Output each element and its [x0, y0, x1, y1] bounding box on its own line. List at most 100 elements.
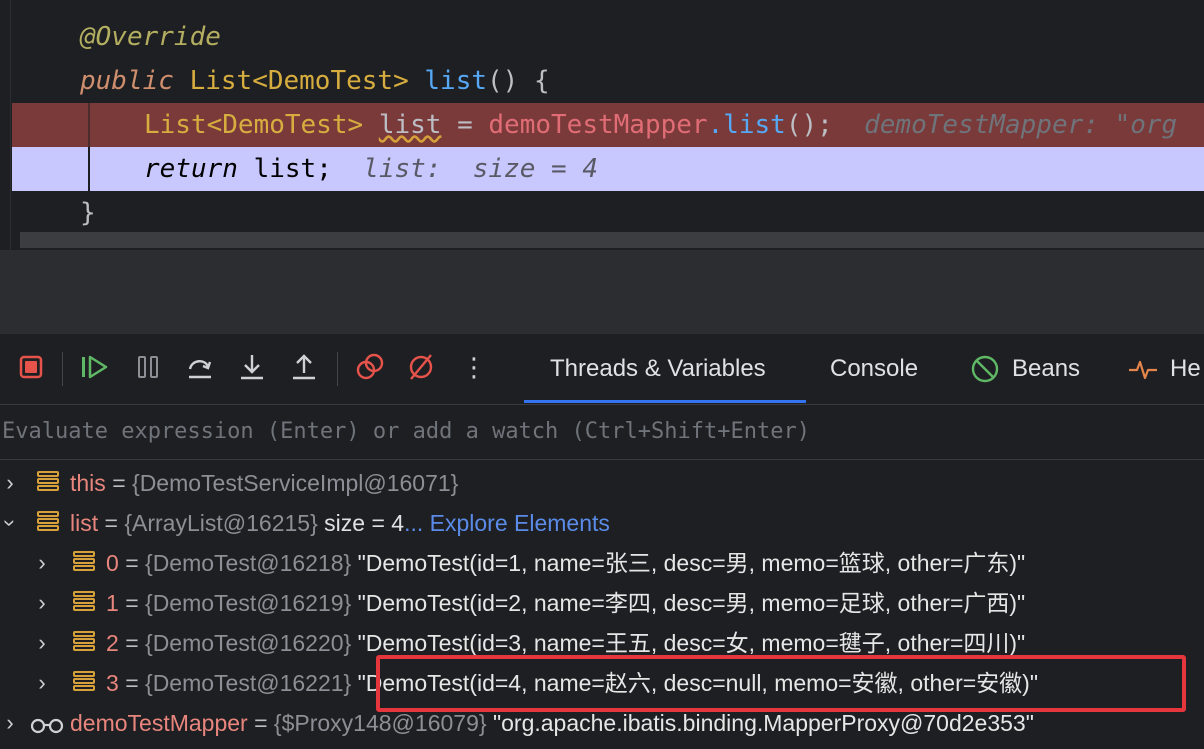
toolbar-separator: [62, 352, 63, 386]
list-item-row[interactable]: › 1 = {DemoTest@16219} "DemoTest(id=2, n…: [0, 583, 1204, 623]
tab-console[interactable]: Console: [830, 352, 918, 386]
list-item-row[interactable]: › 0 = {DemoTest@16218} "DemoTest(id=1, n…: [0, 543, 1204, 583]
chevron-right-icon[interactable]: ›: [32, 583, 52, 623]
operator-token: =: [457, 110, 473, 140]
equals-sign: =: [125, 590, 139, 616]
equals-sign: =: [125, 630, 139, 656]
gutter-divider: [10, 0, 11, 250]
item-index: 0: [106, 550, 119, 576]
tab-health-label: He: [1170, 355, 1201, 382]
editor-horizontal-scrollbar[interactable]: [20, 232, 1204, 248]
equals-sign: =: [254, 710, 268, 736]
chevron-right-icon[interactable]: ›: [32, 623, 52, 663]
item-ref: {DemoTest@16219}: [145, 590, 352, 616]
inline-debug-value: demoTestMapper: "org: [864, 110, 1178, 140]
code-line-method-signature[interactable]: public List<DemoTest> list() {: [12, 59, 1204, 103]
chevron-right-icon[interactable]: ›: [0, 463, 20, 503]
item-ref: {DemoTest@16220}: [145, 630, 352, 656]
annotation-token: @Override: [80, 22, 221, 52]
debug-toolbar: ⋮ Threads & Variables Console Beans He: [0, 334, 1204, 405]
field-icon: [73, 591, 95, 615]
item-value: "DemoTest(id=1, name=张三, desc=男, memo=篮球…: [357, 550, 1026, 576]
variable-token: list: [378, 110, 442, 140]
more-icon[interactable]: ⋮: [459, 352, 489, 382]
stop-icon[interactable]: [16, 352, 46, 382]
variable-ref: {DemoTestServiceImpl@16071}: [132, 470, 459, 496]
watch-glasses-icon: [30, 709, 64, 749]
indent-guide: [88, 147, 90, 191]
field-icon: [73, 551, 95, 575]
field-icon: [37, 511, 59, 535]
equals-sign: =: [104, 510, 118, 536]
toolbar-separator: [337, 352, 338, 386]
list-size: size = 4: [324, 510, 405, 536]
variable-name: this: [70, 470, 106, 496]
item-value: "DemoTest(id=2, name=李四, desc=男, memo=足球…: [357, 590, 1026, 616]
equals-sign: =: [125, 670, 139, 696]
brace-token: }: [80, 198, 96, 228]
pause-icon[interactable]: [133, 352, 163, 382]
variable-text: 1 = {DemoTest@16219} "DemoTest(id=2, nam…: [106, 583, 1025, 623]
variable-value: "org.apache.ibatis.binding.MapperProxy@7…: [492, 710, 1034, 736]
method-signature: public List<DemoTest> list() {: [80, 59, 550, 103]
execution-point-line[interactable]: return list; list: size = 4: [12, 147, 1204, 191]
inline-debug-value: list: size = 4: [363, 154, 598, 184]
variable-name: demoTestMapper: [70, 710, 248, 736]
punctuation-token: ();: [785, 110, 833, 140]
evaluate-placeholder: Evaluate expression (Enter) or add a wat…: [2, 419, 810, 444]
keyword-token: return: [144, 154, 238, 184]
equals-sign: =: [125, 550, 139, 576]
variable-ref: {ArrayList@16215}: [124, 510, 318, 536]
assignment-statement: List<DemoTest> list = demoTestMapper.lis…: [144, 103, 1177, 147]
evaluate-expression-field[interactable]: Evaluate expression (Enter) or add a wat…: [0, 404, 1204, 460]
chevron-down-icon[interactable]: ›: [0, 513, 30, 533]
code-line-closing-brace[interactable]: }: [12, 191, 1204, 235]
highlight-box: [376, 655, 1186, 712]
panel-splitter[interactable]: [0, 250, 1204, 334]
step-out-icon[interactable]: [289, 352, 319, 382]
variable-text: list = {ArrayList@16215} size = 4... Exp…: [70, 503, 610, 543]
punctuation-token: () {: [487, 66, 550, 96]
keyword-token: public: [80, 66, 174, 96]
ellipsis: ...: [404, 510, 424, 536]
type-token: List<DemoTest>: [144, 110, 364, 140]
item-index: 1: [106, 590, 119, 616]
step-over-icon[interactable]: [185, 352, 215, 382]
step-into-icon[interactable]: [237, 352, 267, 382]
item-index: 2: [106, 630, 119, 656]
code-editor[interactable]: @Override public List<DemoTest> list() {…: [0, 0, 1204, 250]
return-statement: return list; list: size = 4: [144, 147, 598, 191]
beans-icon: [971, 355, 999, 383]
breakpoint-line[interactable]: List<DemoTest> list = demoTestMapper.lis…: [12, 103, 1204, 147]
method-name-token: list: [424, 66, 488, 96]
variable-row-this[interactable]: › this = {DemoTestServiceImpl@16071}: [0, 463, 1204, 503]
chevron-right-icon[interactable]: ›: [32, 543, 52, 583]
chevron-right-icon[interactable]: ›: [0, 703, 20, 743]
method-call-token: .list: [707, 110, 786, 140]
variable-row-list[interactable]: › list = {ArrayList@16215} size = 4... E…: [0, 503, 1204, 543]
resume-icon[interactable]: [80, 352, 110, 382]
view-breakpoints-icon[interactable]: [355, 352, 385, 382]
tab-threads-variables[interactable]: Threads & Variables: [550, 352, 766, 386]
equals-sign: =: [112, 470, 126, 496]
item-ref: {DemoTest@16218}: [145, 550, 352, 576]
type-token: List<DemoTest>: [189, 66, 409, 96]
variable-token: list;: [253, 154, 332, 184]
variable-text: 0 = {DemoTest@16218} "DemoTest(id=1, nam…: [106, 543, 1025, 583]
field-token: demoTestMapper: [488, 110, 708, 140]
field-icon: [73, 631, 95, 655]
field-icon: [73, 671, 95, 695]
tab-beans-label: Beans: [1012, 355, 1081, 382]
item-value: "DemoTest(id=3, name=王五, desc=女, memo=毽子…: [357, 630, 1026, 656]
health-icon: [1129, 360, 1157, 380]
chevron-right-icon[interactable]: ›: [32, 663, 52, 703]
variable-name: list: [70, 510, 99, 536]
item-index: 3: [106, 670, 119, 696]
variable-ref: {$Proxy148@16079}: [273, 710, 487, 736]
indent-guide: [88, 103, 90, 147]
variable-text: this = {DemoTestServiceImpl@16071}: [70, 463, 458, 503]
mute-breakpoints-icon[interactable]: [406, 352, 436, 382]
code-line-override[interactable]: @Override: [12, 15, 1204, 59]
item-ref: {DemoTest@16221}: [145, 670, 352, 696]
explore-elements-link[interactable]: Explore Elements: [430, 510, 610, 536]
